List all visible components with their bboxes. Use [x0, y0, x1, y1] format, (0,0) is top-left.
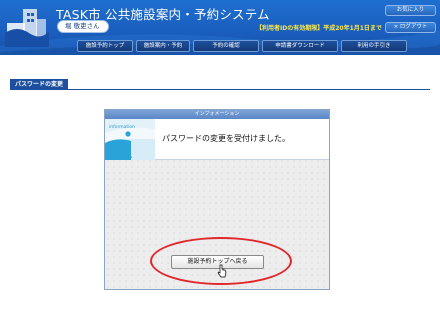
title-divider	[10, 89, 430, 90]
main-nav: 施設予約トップ 施設案内・予約 予約の確認 申請書ダウンロード 利用の手引き	[77, 40, 407, 53]
nav-item-label: 施設予約トップ	[85, 43, 125, 49]
information-icon: information i	[105, 119, 155, 160]
logout-button-label: ログアウト	[399, 24, 428, 30]
user-name-badge: 堀 敬吏さん	[57, 20, 109, 33]
highlight-circle	[150, 237, 292, 285]
nav-item-label: 施設案内・予約	[143, 43, 183, 49]
favorites-button-label: お気に入り	[396, 7, 425, 13]
message-row: information i パスワードの変更を受付けました。	[105, 119, 329, 160]
nav-item-label: 申請書ダウンロード	[275, 43, 325, 49]
confirmation-message: パスワードの変更を受付けました。	[162, 134, 290, 143]
logout-button[interactable]: × ログアウト	[385, 22, 436, 33]
page-title: パスワードの変更	[10, 79, 69, 90]
id-expiry-notice: 【利用者IDの有効期限】平成20年1月1日まで	[256, 25, 382, 32]
nav-item-form-download[interactable]: 申請書ダウンロード	[262, 40, 338, 52]
nav-item-user-guide[interactable]: 利用の手引き	[341, 40, 407, 52]
nav-item-label: 予約の確認	[212, 43, 240, 49]
favorites-button[interactable]: お気に入り	[385, 5, 436, 16]
nav-item-label: 利用の手引き	[357, 43, 391, 49]
icon-letter: i	[124, 138, 132, 160]
app-header: TASK市 公共施設案内・予約システム 堀 敬吏さん 【利用者IDの有効期限】平…	[0, 0, 440, 55]
nav-item-reservation-check[interactable]: 予約の確認	[193, 40, 259, 52]
nav-item-facility-guide[interactable]: 施設案内・予約	[136, 40, 190, 52]
panel-heading: インフォメーション	[105, 110, 329, 119]
close-icon: ×	[393, 24, 399, 30]
city-logo-icon	[5, 9, 49, 47]
icon-caption: information	[109, 124, 135, 130]
nav-item-reservation-top[interactable]: 施設予約トップ	[77, 40, 133, 52]
